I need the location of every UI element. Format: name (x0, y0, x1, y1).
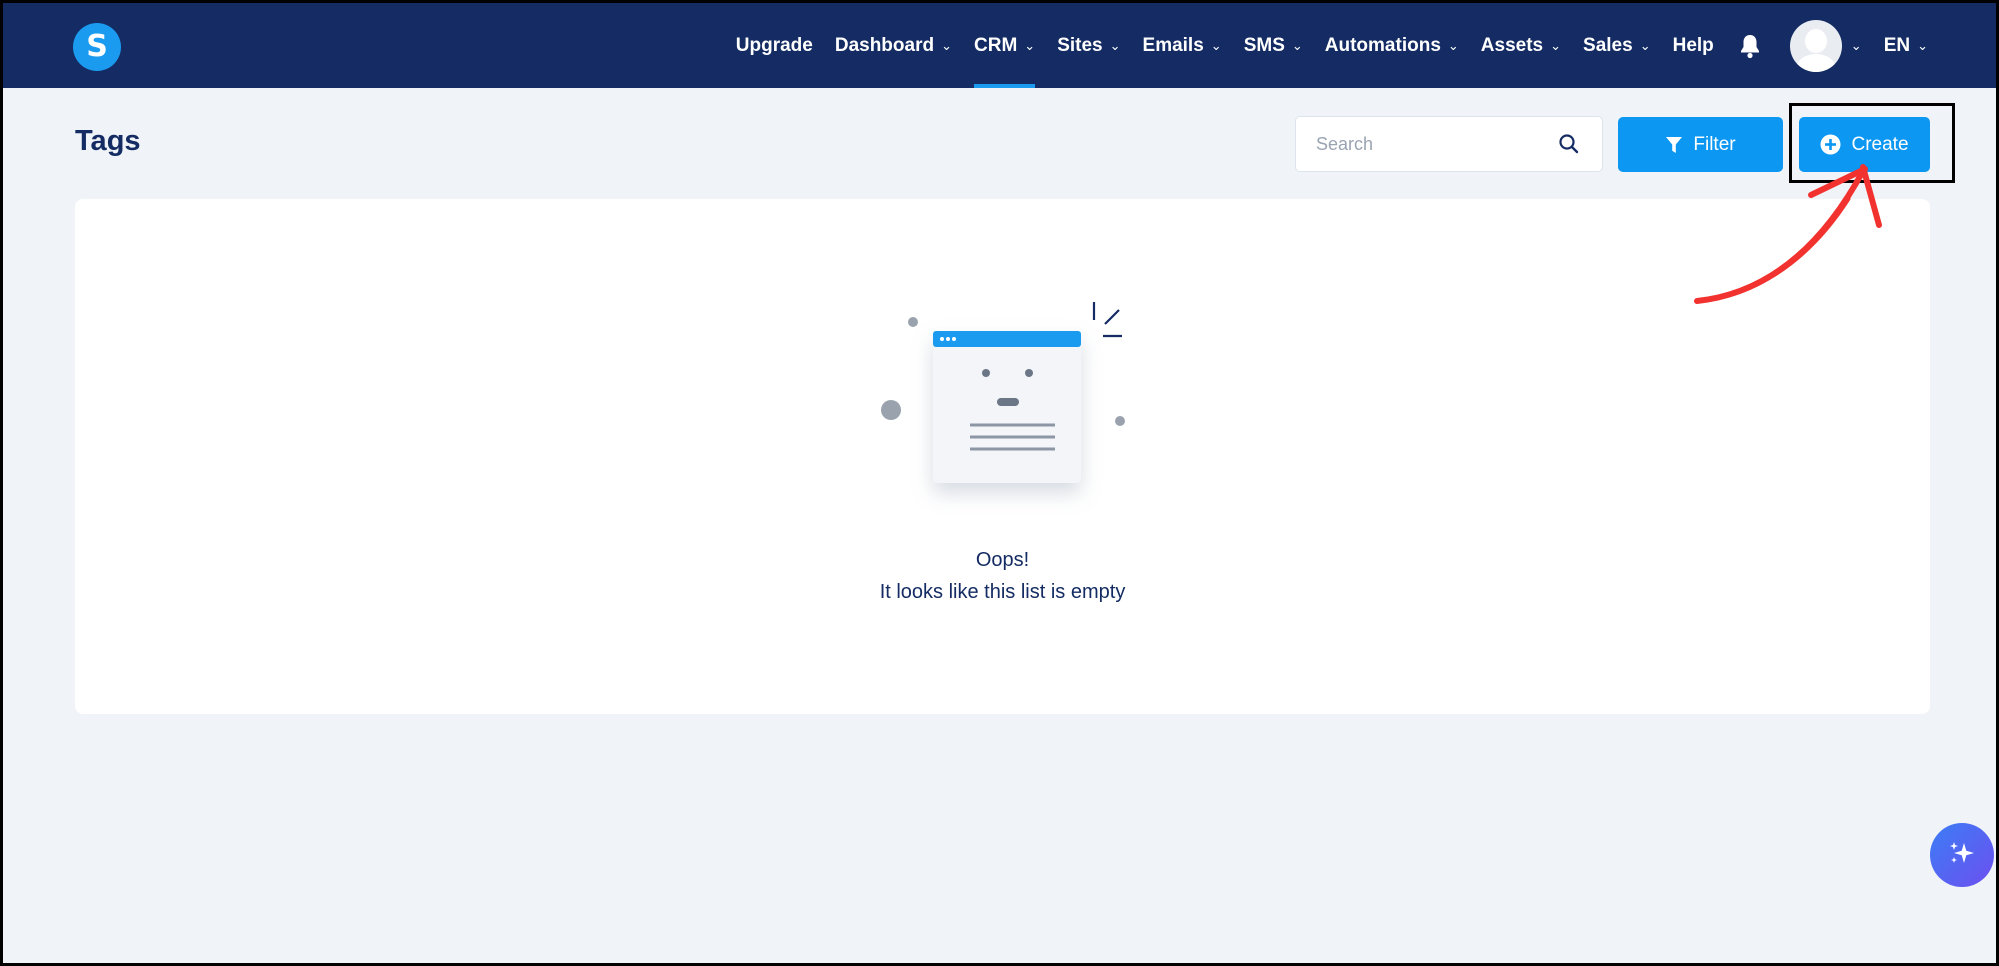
nav-item-label: Assets (1480, 34, 1544, 56)
nav-item-sms[interactable]: SMS ⌄ (1244, 3, 1303, 88)
nav-item-emails[interactable]: Emails ⌄ (1143, 3, 1222, 88)
logo[interactable]: S (73, 23, 121, 71)
chevron-down-icon: ⌄ (1109, 37, 1121, 53)
nav-item-label: Automations (1324, 34, 1441, 56)
app-window: S Upgrade Dashboard ⌄ CRM ⌄ Sites ⌄ Emai… (0, 0, 1999, 966)
nav-item-label: Help (1672, 34, 1714, 56)
nav-item-label: Sales (1583, 34, 1633, 56)
language-selector[interactable]: EN ⌄ (1884, 3, 1928, 88)
user-menu[interactable]: ⌄ (1789, 19, 1862, 72)
nav-item-sites[interactable]: Sites ⌄ (1057, 3, 1120, 88)
create-button[interactable]: Create (1799, 117, 1930, 172)
empty-list-illustration (875, 284, 1145, 519)
plus-circle-icon (1820, 134, 1841, 155)
avatar (1789, 19, 1842, 72)
chevron-down-icon: ⌄ (1850, 37, 1862, 53)
tags-list-card: Oops! It looks like this list is empty (75, 199, 1930, 714)
nav-item-upgrade[interactable]: Upgrade (736, 3, 813, 88)
empty-state-title: Oops! (975, 549, 1030, 571)
nav-item-label: Dashboard (834, 34, 935, 56)
main-nav: Upgrade Dashboard ⌄ CRM ⌄ Sites ⌄ Emails… (714, 3, 1928, 88)
chevron-down-icon: ⌄ (1447, 37, 1459, 53)
create-button-label: Create (1851, 133, 1909, 155)
nav-item-automations[interactable]: Automations ⌄ (1325, 3, 1459, 88)
nav-item-dashboard[interactable]: Dashboard ⌄ (835, 3, 952, 88)
filter-button[interactable]: Filter (1618, 117, 1783, 172)
nav-item-sales[interactable]: Sales ⌄ (1583, 3, 1651, 88)
nav-item-help[interactable]: Help (1673, 3, 1714, 88)
chevron-down-icon: ⌄ (1210, 37, 1222, 53)
page-title: Tags (75, 125, 141, 157)
search-box (1295, 116, 1603, 172)
language-label: EN (1883, 34, 1911, 56)
ai-assistant-button[interactable] (1930, 823, 1994, 887)
nav-item-assets[interactable]: Assets ⌄ (1481, 3, 1561, 88)
nav-item-crm[interactable]: CRM ⌄ (974, 3, 1036, 88)
bell-icon[interactable] (1738, 33, 1762, 59)
chevron-down-icon: ⌄ (1024, 37, 1036, 53)
sparkle-icon (1947, 838, 1977, 873)
chevron-down-icon: ⌄ (1291, 37, 1303, 53)
filter-icon (1665, 135, 1683, 155)
top-nav-bar: S Upgrade Dashboard ⌄ CRM ⌄ Sites ⌄ Emai… (3, 3, 1996, 88)
empty-state-message: It looks like this list is empty (879, 581, 1126, 603)
chevron-down-icon: ⌄ (941, 37, 952, 53)
chevron-down-icon: ⌄ (1639, 37, 1651, 53)
nav-item-label: Upgrade (735, 34, 813, 56)
search-icon[interactable] (1558, 133, 1580, 160)
nav-item-label: SMS (1243, 34, 1285, 56)
chevron-down-icon: ⌄ (1917, 37, 1928, 53)
chevron-down-icon: ⌄ (1550, 37, 1562, 53)
nav-item-label: Sites (1057, 34, 1103, 56)
filter-button-label: Filter (1693, 133, 1736, 155)
nav-item-label: CRM (974, 34, 1018, 56)
search-input[interactable] (1316, 117, 1546, 171)
nav-item-label: Emails (1142, 34, 1204, 56)
